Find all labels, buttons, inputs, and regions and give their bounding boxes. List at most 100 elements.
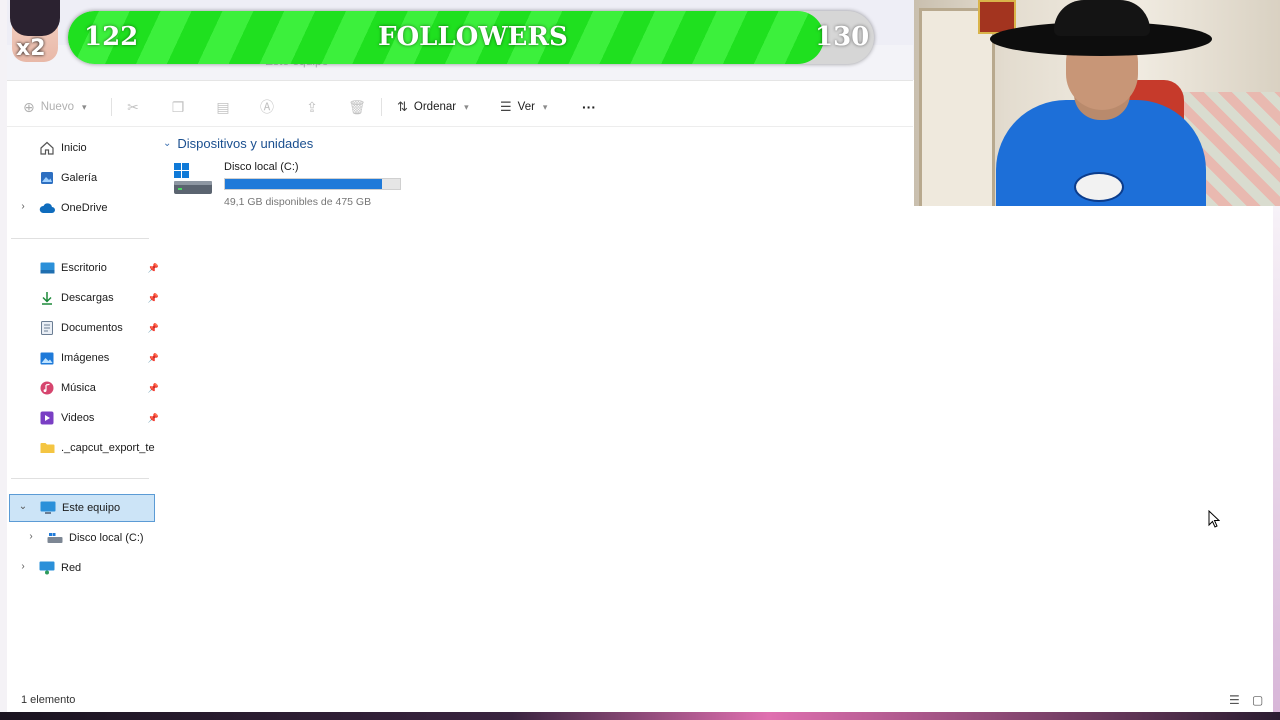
command-bar: ⊕ Nuevo ▾ ✂ ❐ ▤ Ⓐ ⇪ 🗑 ⇅ Ordenar ▾ ☰ Ver …: [7, 88, 913, 127]
chevron-down-icon: ⌄: [163, 138, 172, 149]
drive-icon: [47, 530, 63, 546]
sidebar-item-label: OneDrive: [61, 202, 108, 214]
sidebar-item-label: Red: [61, 562, 82, 574]
music-icon: [39, 380, 55, 396]
sidebar-item-label: Documentos: [61, 322, 123, 334]
multiplier-badge: x2: [16, 36, 46, 61]
sidebar-item-label: Descargas: [61, 292, 114, 304]
details-view-icon[interactable]: ☰: [1229, 693, 1243, 707]
mouse-cursor-icon: [1208, 510, 1220, 528]
sidebar-item-documents[interactable]: Documentos 📌: [9, 314, 159, 342]
drive-usage-fill: [225, 179, 382, 189]
copy-button[interactable]: ❐: [169, 88, 187, 126]
sidebar-item-gallery[interactable]: Galería: [9, 164, 153, 192]
desktop-icon: [39, 260, 55, 276]
sort-arrows-icon: ⇅: [397, 99, 408, 114]
item-count: 1 elemento: [21, 694, 76, 706]
pin-icon[interactable]: 📌: [148, 353, 159, 364]
delete-button[interactable]: 🗑: [348, 88, 366, 126]
scissors-icon: ✂: [127, 98, 139, 115]
copy-icon: ❐: [171, 98, 185, 115]
view-list-icon: ☰: [500, 99, 512, 114]
sidebar-item-home[interactable]: Inicio: [9, 134, 153, 162]
drive-free-space: 49,1 GB disponibles de 475 GB: [224, 196, 372, 208]
navigation-pane: Inicio Galería › OneDrive Escritorio 📌 D…: [7, 132, 159, 687]
sidebar-divider: [11, 478, 149, 479]
sidebar-item-label: Imágenes: [61, 352, 110, 364]
pin-icon[interactable]: 📌: [148, 383, 159, 394]
sidebar-item-this-pc[interactable]: Este equipo: [9, 494, 155, 522]
chevron-down-icon: ▾: [542, 101, 548, 112]
group-header-devices[interactable]: ⌄ Dispositivos y unidades: [163, 136, 313, 151]
sidebar-item-music[interactable]: Música 📌: [9, 374, 159, 402]
pin-icon[interactable]: 📌: [148, 263, 159, 274]
pin-icon[interactable]: 📌: [148, 413, 159, 424]
followers-current: 122: [84, 22, 139, 52]
sidebar-item-pictures[interactable]: Imágenes 📌: [9, 344, 159, 372]
download-icon: [39, 290, 55, 306]
follower-goal-bar: 122 FOLLOWERS 130: [68, 11, 874, 64]
sidebar-item-videos[interactable]: Videos 📌: [9, 404, 159, 432]
more-options-button[interactable]: ···: [582, 88, 596, 126]
gallery-icon: [39, 170, 55, 186]
computer-icon: [40, 500, 56, 516]
sidebar-item-downloads[interactable]: Descargas 📌: [9, 284, 159, 312]
sort-button[interactable]: ⇅ Ordenar ▾: [397, 88, 469, 126]
tiles-view-icon[interactable]: ▢: [1252, 693, 1266, 707]
chevron-down-icon: ▾: [464, 101, 469, 112]
home-icon: [39, 140, 55, 156]
group-header-label: Dispositivos y unidades: [177, 136, 314, 151]
rename-icon: Ⓐ: [260, 99, 274, 115]
sidebar-divider: [11, 238, 149, 239]
followers-goal: 130: [815, 22, 870, 52]
webcam-shirt-logo: [1074, 172, 1124, 202]
share-icon: ⇪: [306, 98, 318, 115]
folder-icon: [39, 440, 55, 456]
plus-circle-icon: ⊕: [23, 98, 35, 115]
pin-icon[interactable]: 📌: [148, 323, 159, 334]
background-edge-right: [1273, 206, 1280, 712]
clipboard-icon: ▤: [216, 98, 230, 115]
sidebar-item-local-disk[interactable]: Disco local (C:): [17, 524, 161, 552]
sidebar-item-label: ._capcut_export_te: [61, 442, 155, 454]
status-bar: 1 elemento ☰ ▢: [7, 690, 1273, 712]
sidebar-item-network[interactable]: Red: [9, 554, 153, 582]
sort-button-label: Ordenar: [413, 101, 457, 113]
sidebar-item-capcut-folder[interactable]: ._capcut_export_te: [9, 434, 155, 462]
trash-icon: 🗑: [348, 98, 366, 115]
background-edge-bottom: [0, 712, 1280, 720]
pin-icon[interactable]: 📌: [148, 293, 159, 304]
view-button[interactable]: ☰ Ver ▾: [500, 88, 547, 126]
webcam-hat-crown: [1054, 0, 1150, 36]
cut-button[interactable]: ✂: [124, 88, 142, 126]
sidebar-item-label: Galería: [61, 172, 98, 184]
webcam-feed: [914, 0, 1280, 206]
drive-tile-local-disk[interactable]: Disco local (C:) 49,1 GB disponibles de …: [173, 160, 413, 208]
rename-button[interactable]: Ⓐ: [258, 88, 276, 126]
followers-label: FOLLOWERS: [378, 22, 568, 52]
chevron-down-icon: ▾: [81, 101, 87, 112]
document-icon: [39, 320, 55, 336]
sidebar-item-label: Disco local (C:): [69, 532, 144, 544]
sidebar-item-onedrive[interactable]: OneDrive: [9, 194, 153, 222]
new-button[interactable]: ⊕ Nuevo ▾: [23, 88, 87, 126]
toolbar-divider: [111, 98, 112, 116]
streamer-avatar: x2: [10, 0, 60, 62]
webcam-door: [919, 8, 995, 206]
share-button[interactable]: ⇪: [303, 88, 321, 126]
sidebar-item-label: Videos: [61, 412, 95, 424]
new-button-label: Nuevo: [40, 101, 74, 113]
sidebar-item-label: Este equipo: [62, 502, 121, 514]
sidebar-item-label: Escritorio: [61, 262, 107, 274]
sidebar-item-desktop[interactable]: Escritorio 📌: [9, 254, 159, 282]
toolbar-divider: [381, 98, 382, 116]
drive-name: Disco local (C:): [224, 161, 299, 173]
chevron-down-icon[interactable]: ⌄: [17, 501, 29, 512]
drive-usage-bar: [224, 178, 401, 190]
avatar-hair: [10, 0, 60, 36]
picture-icon: [39, 350, 55, 366]
paste-button[interactable]: ▤: [214, 88, 232, 126]
network-icon: [39, 560, 55, 576]
video-icon: [39, 410, 55, 426]
more-dots-icon: ···: [582, 99, 596, 115]
